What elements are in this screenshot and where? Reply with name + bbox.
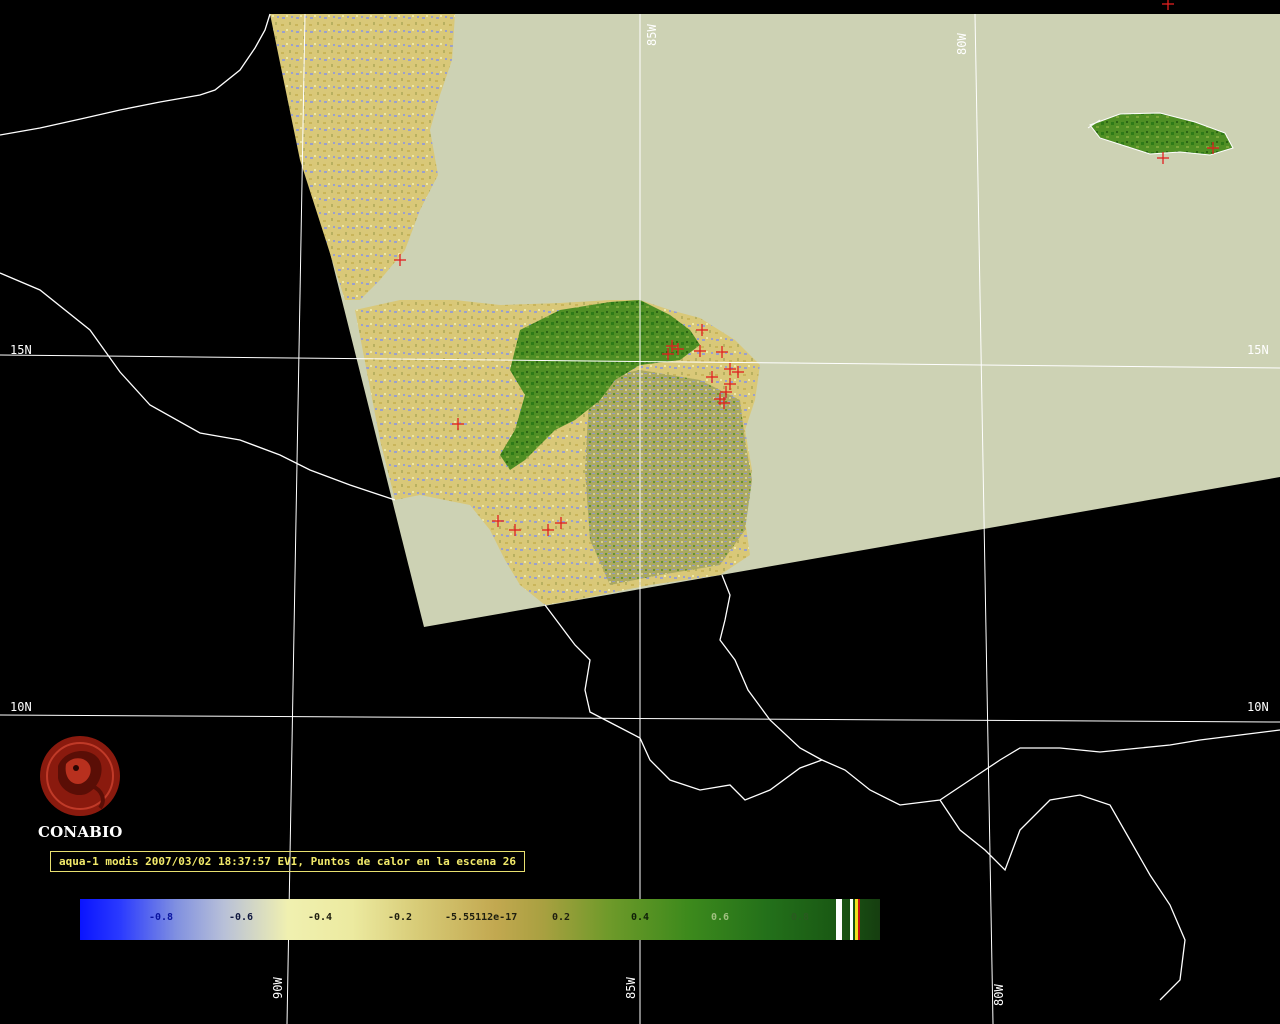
lat-label-10n-right: 10N <box>1247 700 1269 714</box>
colorbar-red-stripe <box>858 899 860 940</box>
colorbar-tick: -0.2 <box>388 912 413 923</box>
colorbar-tick: 0.6 <box>711 912 730 923</box>
lat-label-10n-left: 10N <box>10 700 32 714</box>
lon-line-90w <box>286 13 306 1024</box>
lon-label-90w-bottom: 90W <box>271 977 285 999</box>
lon-label-80w-top: 80W <box>955 33 969 55</box>
lon-label-85w-top: 85W <box>645 24 659 46</box>
coastline-caribbean-costa-rica <box>719 574 823 761</box>
evi-colorbar: -0.8 -0.6 -0.4 -0.2 -5.55112e-17 0.2 0.4… <box>80 899 880 940</box>
colorbar-tick: 0.4 <box>631 912 650 923</box>
lat-label-15n-right: 15N <box>1247 343 1269 357</box>
fire-hotspot-marker <box>1162 0 1174 10</box>
mosquitia-region <box>585 370 752 585</box>
colorbar-white-stripe-2 <box>850 899 853 940</box>
conabio-logo-text: CONABIO <box>38 823 123 841</box>
colorbar-tick: 0.2 <box>552 912 571 923</box>
colorbar-tick: -5.55112e-17 <box>445 912 518 923</box>
colorbar-tick: -0.8 <box>149 912 174 923</box>
lon-label-85w-bottom: 85W <box>624 977 638 999</box>
colorbar-white-stripe <box>836 899 842 940</box>
scene-caption: aqua-1 modis 2007/03/02 18:37:57 EVI, Pu… <box>50 851 525 872</box>
lon-label-80w-bottom: 80W <box>992 984 1006 1006</box>
coastline-pacific-mexico <box>0 272 396 501</box>
lat-label-15n-left: 15N <box>10 343 32 357</box>
colorbar-tick: -0.6 <box>229 912 254 923</box>
colorbar-tick: -0.4 <box>308 912 333 923</box>
coastline-panama <box>939 794 1186 1001</box>
coastline-central-america <box>544 604 1280 806</box>
colorbar-tick: 0.8 <box>791 912 810 923</box>
map-viewer: 15N 15N 10N 10N 85W 80W 90W 85W 80W CONA… <box>0 0 1280 1024</box>
coastline-yucatan-north <box>0 13 271 136</box>
